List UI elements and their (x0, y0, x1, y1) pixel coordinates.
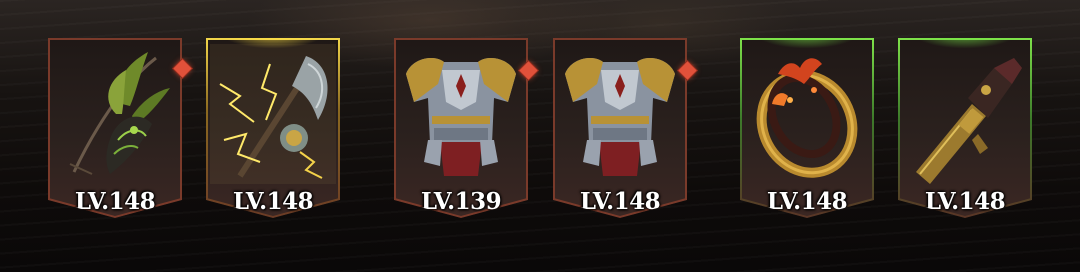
gold-rarity-glow (206, 38, 340, 62)
equipment-row: LV.148 LV.148 LV.139 LV.148 LV.148 LV.14… (0, 0, 1080, 272)
equipment-slot-ring[interactable]: LV.148 (740, 38, 874, 218)
flame-ring-icon (756, 58, 858, 178)
green-rarity-glow (898, 38, 1032, 62)
golden-pistol-icon (916, 58, 1022, 184)
equipment-panel: LV.148 LV.148 LV.139 LV.148 LV.148 LV.14… (0, 0, 1080, 272)
equipment-slot-pistol[interactable]: LV.148 (898, 38, 1032, 218)
equipment-slot-axe[interactable]: LV.148 (206, 38, 340, 218)
item-level-label: LV.148 (74, 188, 156, 215)
equipment-slot-bow[interactable]: LV.148 (48, 38, 182, 218)
green-rarity-glow (740, 38, 874, 62)
lightning-axe-icon (210, 44, 336, 184)
item-level-label: LV.139 (420, 188, 502, 215)
item-level-label: LV.148 (766, 188, 848, 215)
leaf-bow-icon (69, 52, 170, 175)
item-level-label: LV.148 (924, 188, 1006, 215)
plate-armor-icon (565, 58, 675, 176)
equipment-slot-armor[interactable]: LV.139 (394, 38, 528, 218)
item-level-label: LV.148 (232, 188, 314, 215)
equipment-slot-armor-2[interactable]: LV.148 (553, 38, 687, 218)
item-level-label: LV.148 (579, 188, 661, 215)
plate-armor-icon (406, 58, 516, 176)
